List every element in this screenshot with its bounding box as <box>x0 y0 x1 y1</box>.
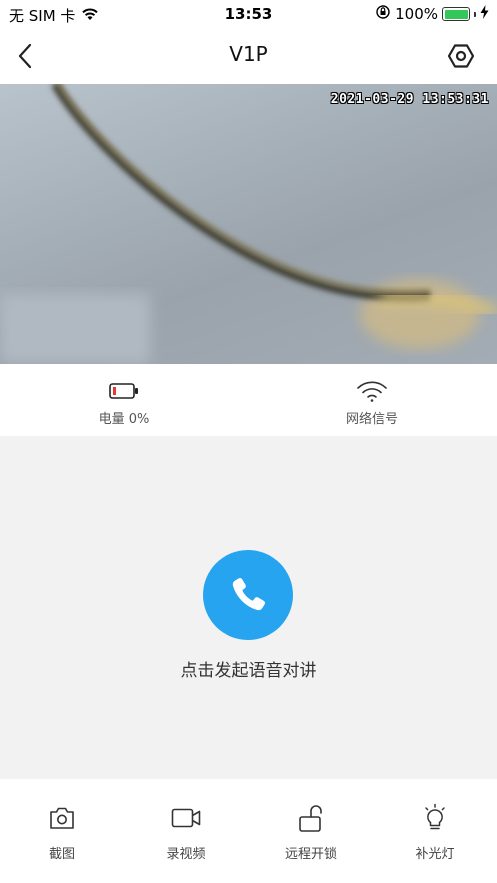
voice-talk-area: 点击发起语音对讲 <box>0 436 497 779</box>
nav-bar: V1P <box>0 28 497 84</box>
bottom-toolbar: 截图 录视频 远程开锁 补光灯 <box>0 779 497 883</box>
light-bulb-icon <box>373 803 497 833</box>
unlock-icon <box>249 803 373 833</box>
status-right: 100% <box>375 4 489 24</box>
video-timestamp: 2021-03-29 13:53:31 <box>330 92 489 107</box>
page-title: V1P <box>229 42 268 66</box>
phone-icon <box>232 578 265 611</box>
remote-unlock-button[interactable]: 远程开锁 <box>249 803 373 862</box>
screenshot-button[interactable]: 截图 <box>0 803 124 862</box>
battery-fill <box>444 9 468 19</box>
record-video-label: 录视频 <box>166 847 206 862</box>
device-status-row: 电量 0% 网络信号 <box>0 364 497 436</box>
remote-unlock-label: 远程开锁 <box>284 847 337 862</box>
battery-label: 电量 0% <box>98 412 150 427</box>
battery-percent: 100% <box>395 5 438 23</box>
orientation-lock-icon <box>375 4 391 24</box>
hexagon-settings-icon[interactable] <box>447 42 475 70</box>
talk-hint: 点击发起语音对讲 <box>180 661 317 681</box>
screenshot-label: 截图 <box>48 847 75 862</box>
battery-icon <box>442 7 470 21</box>
network-label: 网络信号 <box>345 412 398 427</box>
camera-icon <box>0 803 124 833</box>
network-status: 网络信号 <box>248 380 496 427</box>
record-video-button[interactable]: 录视频 <box>124 803 248 862</box>
voice-call-button[interactable] <box>203 550 293 640</box>
wifi-signal-icon <box>248 380 496 402</box>
video-frame <box>0 84 497 364</box>
battery-status: 电量 0% <box>0 380 248 427</box>
charging-icon <box>480 5 489 23</box>
fill-light-button[interactable]: 补光灯 <box>373 803 497 862</box>
battery-low-icon <box>0 380 248 402</box>
battery-tip <box>474 11 476 17</box>
video-camera-icon <box>124 803 248 833</box>
status-bar: 无 SIM 卡 13:53 100% <box>0 0 497 28</box>
fill-light-label: 补光灯 <box>415 847 455 862</box>
video-feed[interactable]: 2021-03-29 13:53:31 <box>0 84 497 364</box>
